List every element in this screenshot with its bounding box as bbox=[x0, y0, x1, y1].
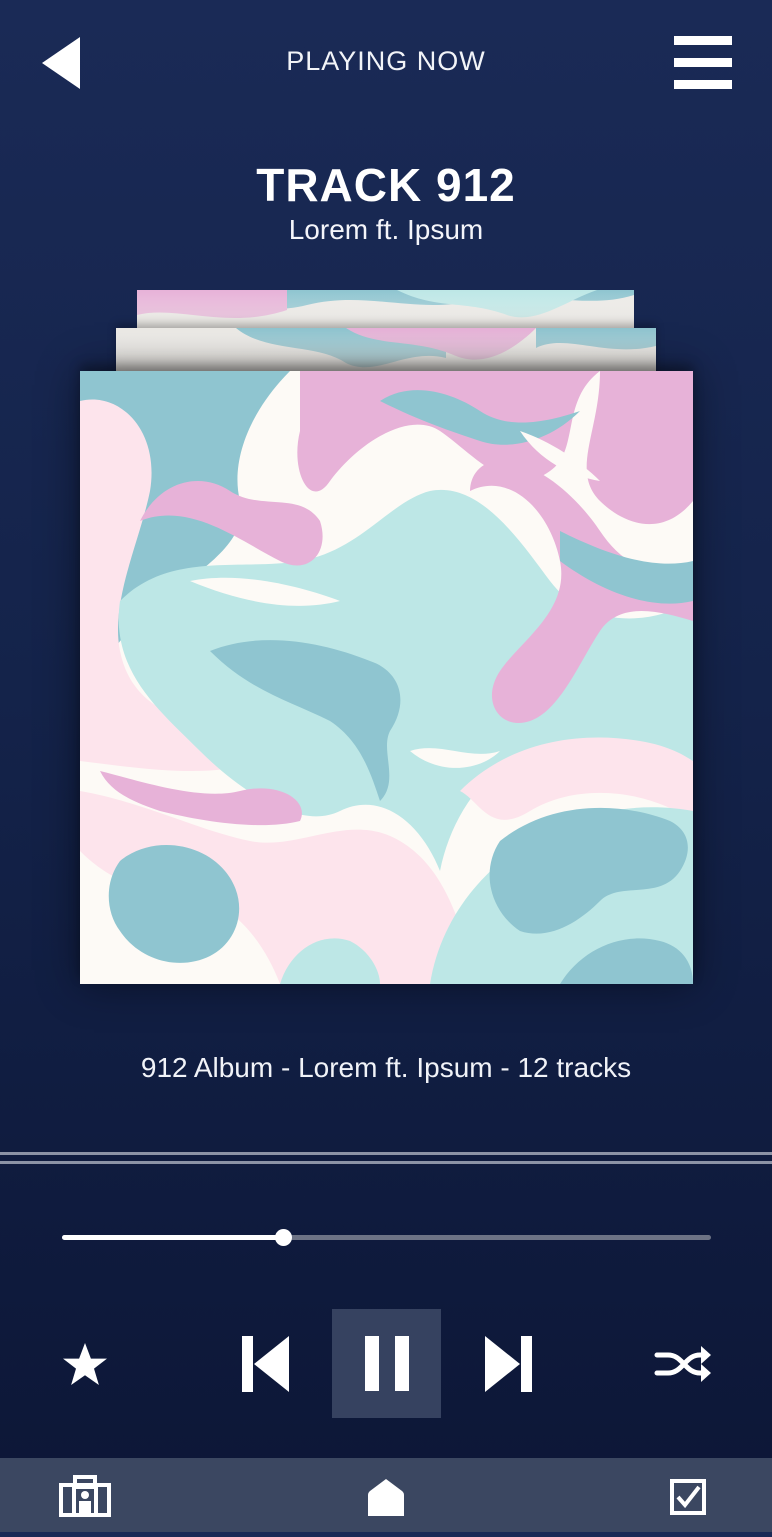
seek-bar[interactable] bbox=[62, 1229, 711, 1246]
nav-home[interactable] bbox=[336, 1458, 436, 1532]
album-info: 912 Album - Lorem ft. Ipsum - 12 tracks bbox=[140, 1052, 632, 1083]
menu-button[interactable] bbox=[674, 36, 732, 90]
track-artist: Lorem ft. Ipsum bbox=[288, 214, 484, 245]
page-title: PLAYING NOW bbox=[286, 46, 486, 76]
previous-track-button[interactable] bbox=[242, 1336, 290, 1392]
nav-tasks[interactable] bbox=[638, 1458, 738, 1532]
bottom-nav bbox=[0, 1458, 772, 1532]
nav-library[interactable] bbox=[34, 1458, 134, 1532]
track-title: TRACK 912 bbox=[256, 159, 516, 211]
seek-bar-progress bbox=[62, 1235, 283, 1240]
library-icon bbox=[59, 1475, 111, 1517]
album-art[interactable] bbox=[80, 371, 693, 984]
divider-top bbox=[0, 1152, 772, 1155]
divider-bottom bbox=[0, 1161, 772, 1164]
skip-previous-icon bbox=[242, 1336, 289, 1392]
checkbox-icon bbox=[670, 1479, 706, 1515]
shuffle-icon bbox=[654, 1346, 711, 1382]
star-icon bbox=[63, 1343, 107, 1385]
skip-next-icon bbox=[485, 1336, 532, 1392]
pause-button[interactable] bbox=[332, 1309, 441, 1418]
top-bar: PLAYING NOW bbox=[0, 0, 772, 125]
favorite-button[interactable] bbox=[60, 1340, 110, 1390]
next-track-button[interactable] bbox=[484, 1336, 532, 1392]
home-icon bbox=[368, 1479, 404, 1516]
pause-icon bbox=[365, 1336, 409, 1391]
marble-artwork bbox=[80, 371, 693, 984]
seek-bar-thumb[interactable] bbox=[274, 1229, 292, 1246]
shuffle-button[interactable] bbox=[654, 1344, 712, 1384]
